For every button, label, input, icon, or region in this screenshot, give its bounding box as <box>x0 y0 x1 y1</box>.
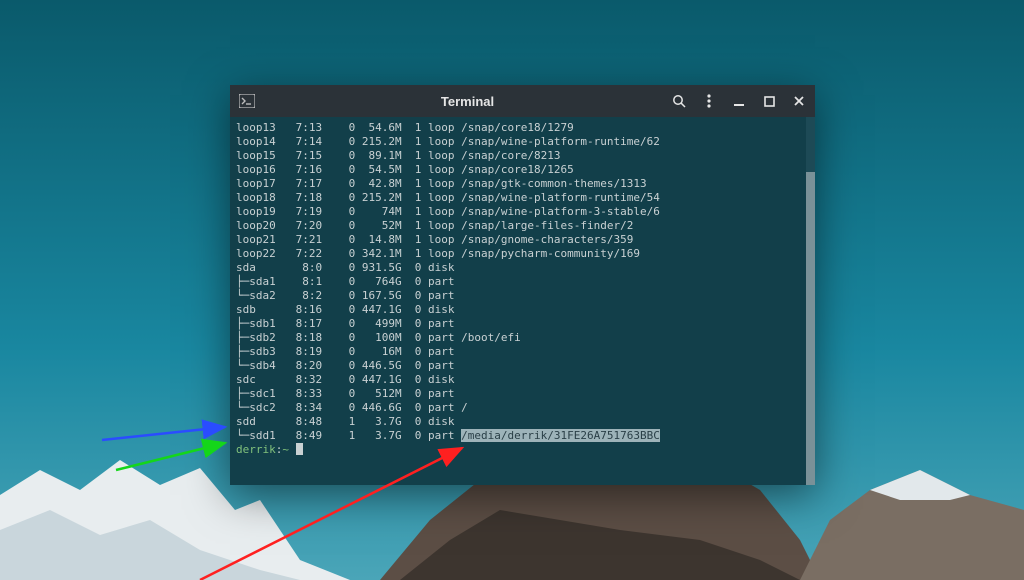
cursor <box>296 443 303 455</box>
terminal-row: ├─sdb2 8:18 0 100M 0 part /boot/efi <box>236 331 809 345</box>
terminal-window: Terminal loop13 7:13 0 54.6M 1 loop /sna… <box>230 85 815 485</box>
maximize-button[interactable] <box>761 93 777 109</box>
terminal-row: └─sdb4 8:20 0 446.5G 0 part <box>236 359 809 373</box>
prompt-line[interactable]: derrik:~ <box>236 443 809 457</box>
titlebar-controls <box>671 93 807 109</box>
menu-icon[interactable] <box>701 93 717 109</box>
search-icon[interactable] <box>671 93 687 109</box>
terminal-row: loop13 7:13 0 54.6M 1 loop /snap/core18/… <box>236 121 809 135</box>
terminal-row: loop21 7:21 0 14.8M 1 loop /snap/gnome-c… <box>236 233 809 247</box>
terminal-row: loop16 7:16 0 54.5M 1 loop /snap/core18/… <box>236 163 809 177</box>
terminal-row: loop14 7:14 0 215.2M 1 loop /snap/wine-p… <box>236 135 809 149</box>
scrollbar[interactable] <box>806 117 815 485</box>
terminal-row: └─sdd1 8:49 1 3.7G 0 part /media/derrik/… <box>236 429 809 443</box>
terminal-row: ├─sdb1 8:17 0 499M 0 part <box>236 317 809 331</box>
terminal-row: ├─sda1 8:1 0 764G 0 part <box>236 275 809 289</box>
terminal-row: loop15 7:15 0 89.1M 1 loop /snap/core/82… <box>236 149 809 163</box>
terminal-body[interactable]: loop13 7:13 0 54.6M 1 loop /snap/core18/… <box>230 117 815 485</box>
terminal-row: loop22 7:22 0 342.1M 1 loop /snap/pychar… <box>236 247 809 261</box>
window-title: Terminal <box>264 94 671 109</box>
terminal-row: loop19 7:19 0 74M 1 loop /snap/wine-plat… <box>236 205 809 219</box>
minimize-button[interactable] <box>731 93 747 109</box>
terminal-row: loop17 7:17 0 42.8M 1 loop /snap/gtk-com… <box>236 177 809 191</box>
titlebar[interactable]: Terminal <box>230 85 815 117</box>
terminal-row: ├─sdb3 8:19 0 16M 0 part <box>236 345 809 359</box>
terminal-row: sdb 8:16 0 447.1G 0 disk <box>236 303 809 317</box>
terminal-row: ├─sdc1 8:33 0 512M 0 part <box>236 387 809 401</box>
terminal-row: └─sda2 8:2 0 167.5G 0 part <box>236 289 809 303</box>
prompt-user: derrik <box>236 443 276 456</box>
terminal-row: sda 8:0 0 931.5G 0 disk <box>236 261 809 275</box>
terminal-row: loop20 7:20 0 52M 1 loop /snap/large-fil… <box>236 219 809 233</box>
terminal-app-icon <box>238 92 256 110</box>
scrollbar-thumb[interactable] <box>806 172 815 485</box>
terminal-row: sdc 8:32 0 447.1G 0 disk <box>236 373 809 387</box>
mount-highlight: /media/derrik/31FE26A751763BBC <box>461 429 660 442</box>
terminal-row: └─sdc2 8:34 0 446.6G 0 part / <box>236 401 809 415</box>
terminal-row: sdd 8:48 1 3.7G 0 disk <box>236 415 809 429</box>
terminal-row: loop18 7:18 0 215.2M 1 loop /snap/wine-p… <box>236 191 809 205</box>
prompt-path: ~ <box>282 443 289 456</box>
close-button[interactable] <box>791 93 807 109</box>
